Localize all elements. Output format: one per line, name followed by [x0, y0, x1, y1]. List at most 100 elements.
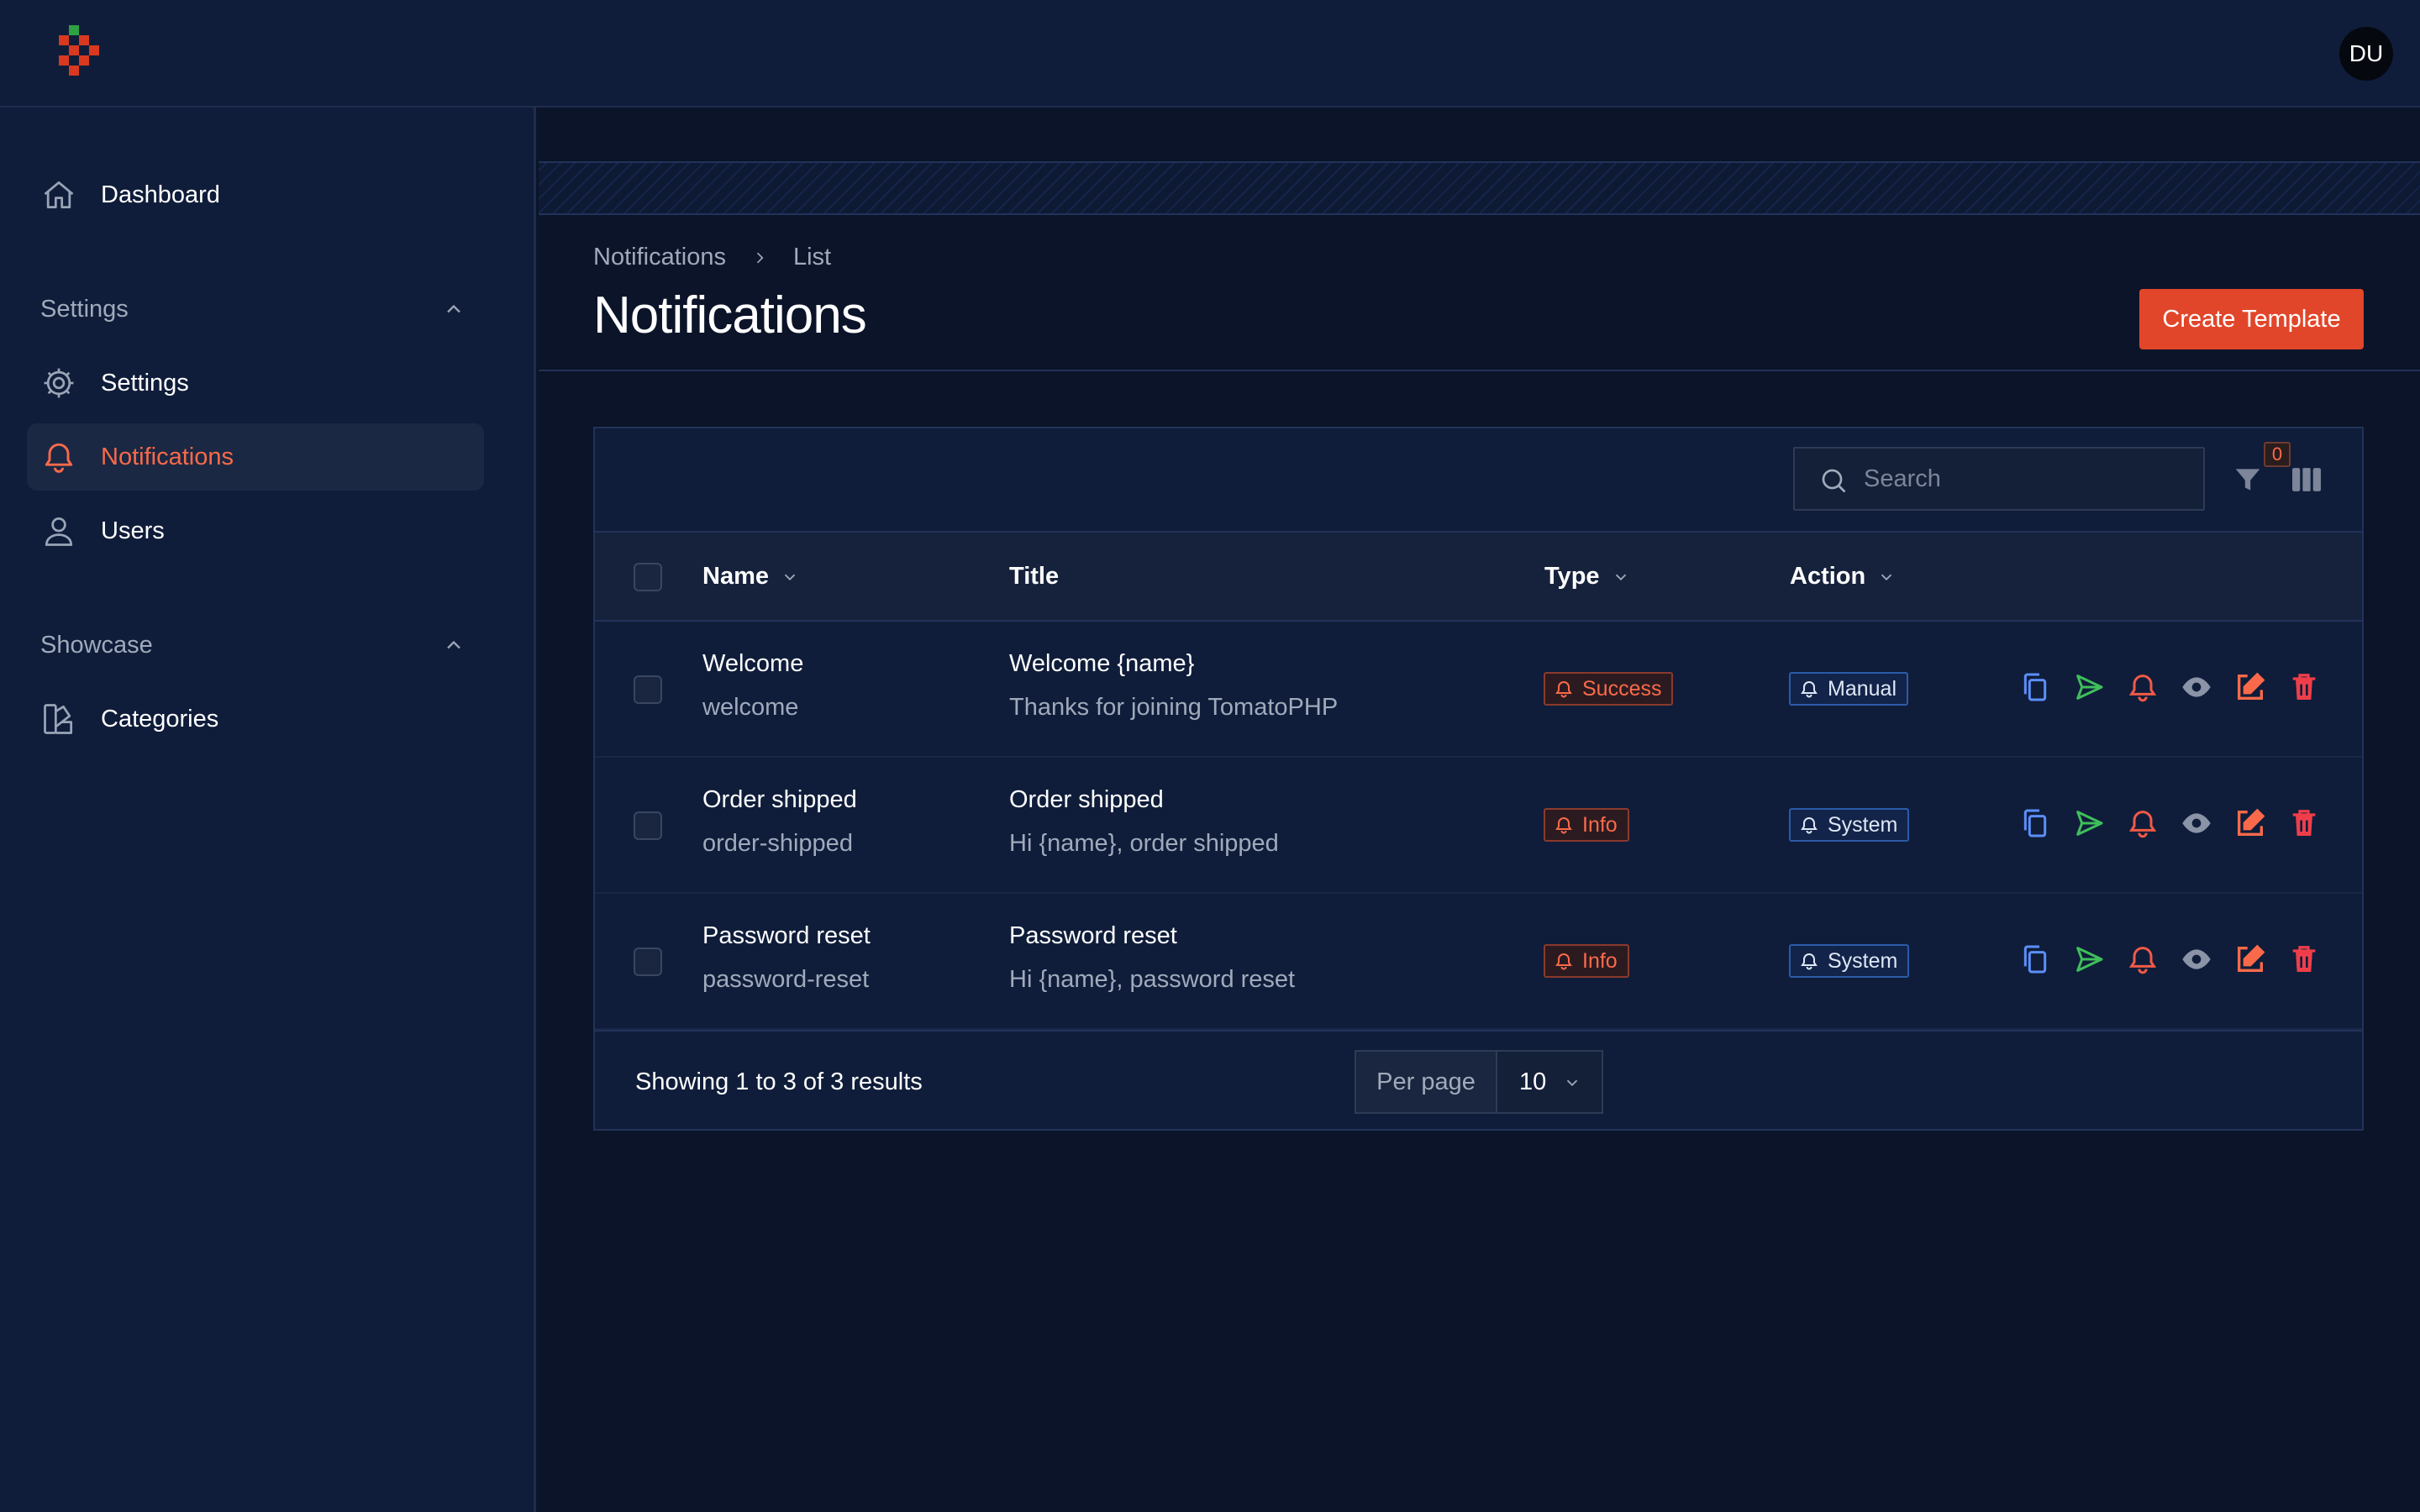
copy-icon[interactable] [2018, 806, 2052, 840]
home-icon [44, 181, 74, 209]
row-actions [2018, 942, 2321, 979]
chevron-down-icon [1881, 574, 1892, 580]
sidebar-item-label: Categories [101, 706, 219, 732]
bell-icon [1801, 817, 1818, 834]
per-page-value[interactable]: 10 [1497, 1052, 1602, 1112]
sidebar-item-categories[interactable]: Categories [27, 685, 484, 753]
bell-icon [1801, 953, 1818, 970]
sidebar-item-users[interactable]: Users [27, 497, 484, 564]
row-checkbox[interactable] [634, 811, 662, 840]
bell-icon [1555, 953, 1572, 970]
bell-icon [1801, 681, 1818, 698]
table-row[interactable]: Welcome welcome Welcome {name} Thanks fo… [595, 622, 2362, 758]
bell-icon[interactable] [2126, 670, 2160, 704]
row-checkbox[interactable] [634, 948, 662, 976]
sidebar-item-dashboard[interactable]: Dashboard [27, 161, 484, 228]
sidebar-item-settings[interactable]: Settings [27, 349, 484, 417]
bell-icon [45, 443, 73, 473]
row-body: Thanks for joining TomatoPHP [1009, 694, 1339, 721]
row-slug: password-reset [702, 966, 870, 993]
copy-icon[interactable] [2018, 670, 2052, 704]
column-label: Name [702, 563, 769, 590]
sidebar-item-label: Settings [101, 370, 189, 396]
action-badge-label: System [1828, 812, 1898, 837]
sidebar-group-showcase[interactable]: Showcase [40, 632, 153, 659]
chevron-down-icon [1566, 1079, 1578, 1087]
row-checkbox[interactable] [634, 675, 662, 704]
row-body: Hi {name}, order shipped [1009, 830, 1279, 857]
header-divider [539, 370, 2420, 371]
send-icon[interactable] [2072, 942, 2106, 976]
per-page-select[interactable]: Per page 10 [1355, 1050, 1603, 1114]
eye-icon[interactable] [2180, 806, 2213, 840]
bell-icon [1555, 681, 1572, 698]
trash-icon[interactable] [2287, 806, 2321, 840]
breadcrumb-current: List [792, 244, 832, 270]
table-row[interactable]: Order shipped order-shipped Order shippe… [595, 758, 2362, 894]
copy-icon[interactable] [2018, 942, 2052, 976]
row-name: Welcome [702, 650, 804, 677]
per-page-value-text: 10 [1519, 1068, 1547, 1095]
search-icon [1822, 469, 1846, 493]
sidebar-item-notifications[interactable]: Notifications [27, 423, 484, 491]
notifications-table: Search 0 Name Title Type Action Welcome … [593, 427, 2364, 1131]
bell-icon[interactable] [2126, 806, 2160, 840]
select-all-checkbox[interactable] [634, 563, 662, 591]
per-page-label: Per page [1356, 1052, 1497, 1112]
eye-icon[interactable] [2180, 670, 2213, 704]
table-row[interactable]: Password reset password-reset Password r… [595, 894, 2362, 1030]
results-summary: Showing 1 to 3 of 3 results [635, 1068, 923, 1095]
bell-icon[interactable] [2126, 942, 2160, 976]
row-body: Hi {name}, password reset [1009, 966, 1296, 993]
avatar[interactable]: DU [2339, 27, 2393, 81]
breadcrumb-link-notifications[interactable]: Notifications [593, 244, 726, 271]
trash-icon[interactable] [2287, 670, 2321, 704]
user-icon [45, 517, 73, 546]
column-header-action[interactable]: Action [1790, 563, 1896, 591]
edit-icon[interactable] [2233, 670, 2267, 704]
type-badge-label: Info [1582, 812, 1618, 837]
edit-icon[interactable] [2233, 806, 2267, 840]
type-badge: Info [1544, 808, 1629, 842]
row-title: Welcome {name} [1009, 650, 1195, 677]
row-name: Password reset [702, 922, 871, 949]
search-input[interactable]: Search [1793, 447, 2205, 511]
column-header-title: Title [1009, 563, 1059, 591]
top-bar: DU [0, 0, 2420, 108]
action-badge-label: System [1828, 948, 1898, 973]
trash-icon[interactable] [2287, 942, 2321, 976]
column-label: Title [1009, 563, 1060, 590]
gear-icon [44, 368, 74, 398]
row-title: Password reset [1009, 922, 1177, 949]
filter-icon[interactable] [2232, 464, 2264, 496]
type-badge-label: Success [1582, 676, 1662, 701]
create-template-button[interactable]: Create Template [2139, 289, 2364, 349]
table-footer: Showing 1 to 3 of 3 results Per page 10 [595, 1030, 2362, 1129]
sidebar-item-label: Dashboard [101, 181, 220, 208]
column-header-name[interactable]: Name [702, 563, 799, 591]
row-slug: welcome [702, 694, 799, 721]
type-badge-label: Info [1582, 948, 1618, 973]
sidebar-item-label: Notifications [101, 444, 234, 470]
edit-icon[interactable] [2233, 942, 2267, 976]
columns-icon[interactable] [2291, 465, 2323, 494]
column-label: Action [1790, 563, 1866, 590]
type-badge: Info [1544, 944, 1629, 978]
send-icon[interactable] [2072, 670, 2106, 704]
chevron-down-icon [1615, 574, 1626, 580]
send-icon[interactable] [2072, 806, 2106, 840]
page-title: Notifications [593, 286, 867, 344]
sidebar-item-label: Users [101, 517, 165, 544]
table-toolbar: Search 0 [595, 428, 2362, 531]
logo[interactable] [55, 25, 106, 84]
eye-icon[interactable] [2180, 942, 2213, 976]
row-actions [2018, 806, 2321, 843]
bell-icon [1555, 817, 1572, 834]
search-placeholder: Search [1864, 465, 1941, 492]
chevron-up-icon[interactable] [442, 297, 466, 321]
sidebar-group-settings[interactable]: Settings [40, 296, 129, 323]
column-header-type[interactable]: Type [1544, 563, 1630, 591]
chevron-up-icon[interactable] [442, 633, 466, 657]
action-badge: Manual [1789, 672, 1908, 706]
column-label: Type [1544, 563, 1600, 590]
